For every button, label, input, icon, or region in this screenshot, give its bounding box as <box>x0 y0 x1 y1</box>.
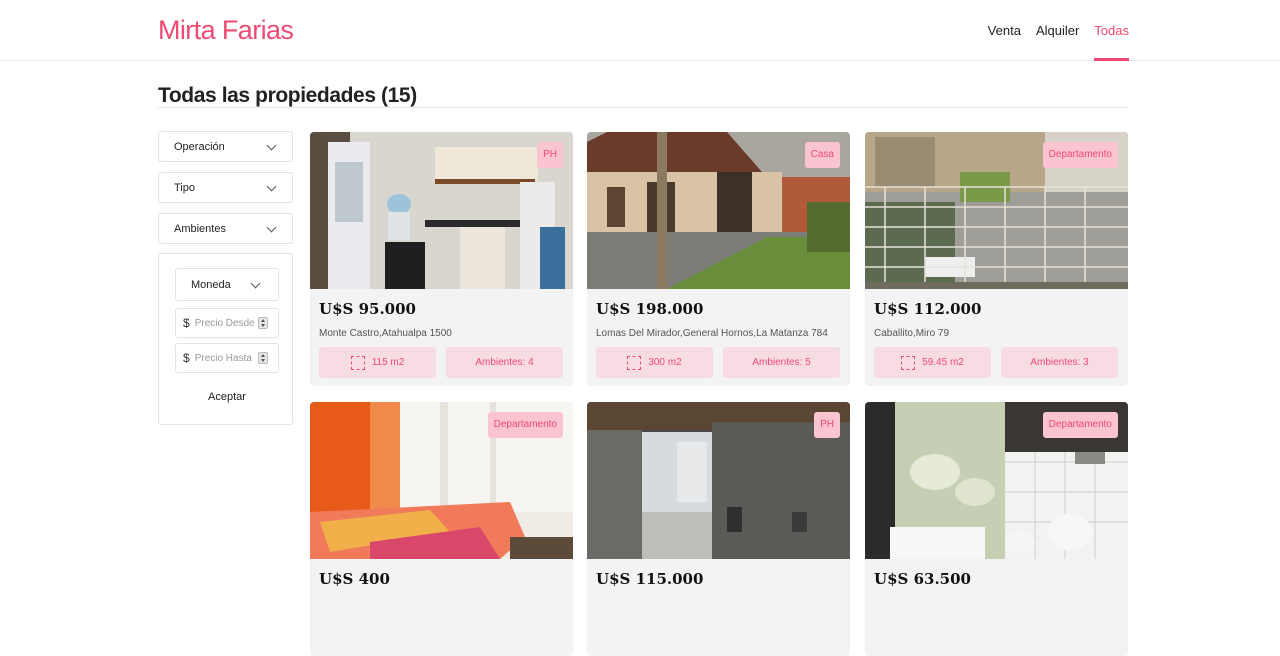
filter-ambientes-dropdown[interactable]: Ambientes <box>158 213 293 244</box>
chevron-down-icon <box>250 278 261 289</box>
filter-tipo-label: Tipo <box>174 181 195 194</box>
aceptar-button[interactable]: Aceptar <box>175 387 279 407</box>
brand-logo[interactable]: Mirta Farias <box>158 15 294 46</box>
dollar-icon: $ <box>183 351 190 365</box>
property-price: U$S 198.000 <box>596 300 704 318</box>
property-type-badge: Departamento <box>1042 412 1118 438</box>
property-address: Caballito,Miro 79 <box>874 328 950 339</box>
price-filter-panel: Moneda $ $ Aceptar <box>158 253 293 425</box>
property-card[interactable]: Departamento U$S 63.500 <box>865 402 1128 656</box>
property-type-badge: Departamento <box>487 412 563 438</box>
property-card[interactable]: PH U$S 115.000 <box>587 402 850 656</box>
property-type-badge: Departamento <box>1042 142 1118 168</box>
area-value: 115 m2 <box>371 357 405 368</box>
property-price: U$S 115.000 <box>596 570 704 588</box>
precio-hasta-input[interactable] <box>194 352 255 364</box>
property-card[interactable]: PH U$S 95.000 Monte Castro,Atahualpa 150… <box>310 132 573 386</box>
moneda-label: Moneda <box>191 278 231 291</box>
ambientes-value: Ambientes: 4 <box>475 357 534 368</box>
area-chip: 59.45 m2 <box>874 347 991 378</box>
title-divider <box>158 107 1129 108</box>
spinner-arrows-icon[interactable] <box>258 352 268 364</box>
moneda-dropdown[interactable]: Moneda <box>175 268 279 301</box>
page-title: Todas las propiedades (15) <box>158 84 417 107</box>
property-card[interactable]: Casa U$S 198.000 Lomas Del Mirador,Gener… <box>587 132 850 386</box>
main-nav: Venta Alquiler Todas <box>973 0 1129 61</box>
property-price: U$S 400 <box>319 570 390 588</box>
filter-tipo-dropdown[interactable]: Tipo <box>158 172 293 203</box>
nav-todas[interactable]: Todas <box>1094 0 1129 61</box>
property-type-badge: PH <box>537 142 563 168</box>
ambientes-chip: Ambientes: 3 <box>1001 347 1118 378</box>
property-price: U$S 63.500 <box>874 570 971 588</box>
property-photo <box>587 402 850 559</box>
property-type-badge: Casa <box>804 142 840 168</box>
property-type-badge: PH <box>814 412 840 438</box>
area-icon <box>901 355 916 370</box>
precio-hasta-field[interactable]: $ <box>175 343 279 373</box>
property-address: Lomas Del Mirador,General Hornos,La Mata… <box>596 328 828 339</box>
property-price: U$S 95.000 <box>319 300 416 318</box>
nav-alquiler[interactable]: Alquiler <box>1036 0 1079 61</box>
dollar-icon: $ <box>183 316 190 330</box>
chevron-down-icon <box>266 222 277 233</box>
area-chip: 300 m2 <box>596 347 713 378</box>
filter-operacion-dropdown[interactable]: Operación <box>158 131 293 162</box>
ambientes-value: Ambientes: 3 <box>1030 357 1089 368</box>
spinner-arrows-icon[interactable] <box>258 317 268 329</box>
precio-desde-field[interactable]: $ <box>175 308 279 338</box>
top-header: Mirta Farias Venta Alquiler Todas <box>0 0 1280 61</box>
area-chip: 115 m2 <box>319 347 436 378</box>
area-value: 300 m2 <box>648 357 682 368</box>
area-icon <box>350 355 365 370</box>
property-photo <box>310 132 573 289</box>
chevron-down-icon <box>266 140 277 151</box>
ambientes-chip: Ambientes: 4 <box>446 347 563 378</box>
property-card[interactable]: Departamento U$S 112.000 Caballito,Miro … <box>865 132 1128 386</box>
ambientes-chip: Ambientes: 5 <box>723 347 840 378</box>
area-value: 59.45 m2 <box>922 357 964 368</box>
filter-operacion-label: Operación <box>174 140 225 153</box>
property-card[interactable]: Departamento U$S 400 <box>310 402 573 656</box>
area-icon <box>627 355 642 370</box>
filter-ambientes-label: Ambientes <box>174 222 226 235</box>
chevron-down-icon <box>266 181 277 192</box>
precio-desde-input[interactable] <box>194 317 255 329</box>
nav-venta[interactable]: Venta <box>988 0 1021 61</box>
ambientes-value: Ambientes: 5 <box>752 357 811 368</box>
property-price: U$S 112.000 <box>874 300 982 318</box>
property-address: Monte Castro,Atahualpa 1500 <box>319 328 452 339</box>
